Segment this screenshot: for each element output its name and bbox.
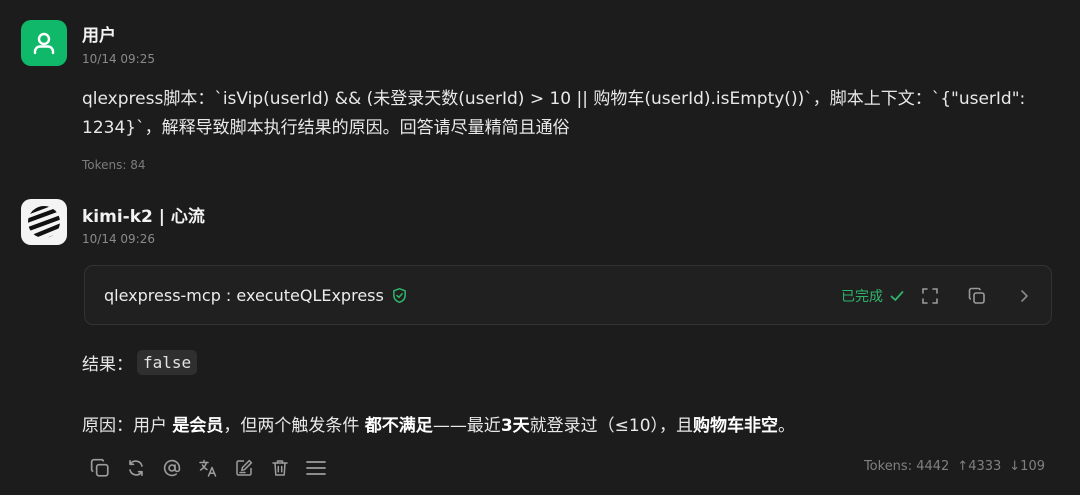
shield-check-icon <box>392 287 406 304</box>
copy-message-button[interactable] <box>88 456 112 480</box>
user-message-line-2: 1234}`，解释导致脚本执行结果的原因。回答请尽量精简且通俗 <box>82 118 570 138</box>
assistant-avatar <box>21 199 67 245</box>
menu-icon <box>306 461 326 475</box>
token-input: ↑4333 <box>957 459 1002 474</box>
person-icon <box>33 32 55 55</box>
user-message-text: qlexpress脚本：`isVip(userId) && (未登录天数(use… <box>82 85 1052 143</box>
reason-bold-2: 都不满足 <box>364 416 433 436</box>
user-avatar <box>21 20 67 66</box>
user-message-time: 10/14 09:25 <box>82 52 155 66</box>
fullscreen-button[interactable] <box>919 285 941 307</box>
chat-page: 用户 10/14 09:25 qlexpress脚本：`isVip(userId… <box>0 0 1080 495</box>
tool-call-title: qlexpress-mcp : executeQLExpress <box>104 286 408 305</box>
mention-button[interactable] <box>160 456 184 480</box>
tool-expand-button[interactable] <box>1013 285 1035 307</box>
tool-call-card[interactable]: qlexpress-mcp : executeQLExpress 已完成 <box>84 265 1052 325</box>
reason-suffix: 。 <box>778 416 796 436</box>
result-label: 结果： <box>82 355 133 375</box>
fullscreen-icon <box>922 288 938 304</box>
edit-button[interactable] <box>232 456 256 480</box>
refresh-icon <box>129 460 143 476</box>
reason-line: 原因：用户 是会员，但两个触发条件 都不满足——最近3天就登录过（≤10），且购… <box>82 411 795 436</box>
result-line: 结果： false <box>82 350 198 375</box>
more-menu-button[interactable] <box>304 456 328 480</box>
chevron-right-icon <box>1021 290 1028 302</box>
delete-button[interactable] <box>268 456 292 480</box>
copy-icon <box>968 287 985 304</box>
tool-call-name: qlexpress-mcp : executeQLExpress <box>104 286 384 305</box>
regenerate-button[interactable] <box>124 456 148 480</box>
token-total: Tokens: 4442 <box>863 459 950 474</box>
user-name: 用户 <box>82 26 116 46</box>
check-icon <box>890 291 904 301</box>
translate-button[interactable] <box>196 456 220 480</box>
kimi-logo-icon <box>28 206 60 238</box>
reason-mid-3: 就登录过（≤10），且 <box>529 416 694 436</box>
edit-icon <box>236 459 253 476</box>
at-icon <box>163 459 181 477</box>
tool-copy-button[interactable] <box>966 285 988 307</box>
trash-icon <box>272 460 288 476</box>
reason-bold-3: 3天 <box>500 416 530 436</box>
tool-status-label: 已完成 <box>841 289 883 305</box>
reason-bold-4: 购物车非空 <box>693 416 779 436</box>
assistant-message-time: 10/14 09:26 <box>82 232 155 246</box>
user-message-line-1: qlexpress脚本：`isVip(userId) && (未登录天数(use… <box>82 89 1026 109</box>
copy-icon <box>90 458 109 477</box>
assistant-token-stats: Tokens: 4442 ↑4333 ↓109 <box>864 459 1045 474</box>
tool-call-status: 已完成 <box>841 286 905 306</box>
reason-mid-1: ，但两个触发条件 <box>223 416 365 436</box>
reason-bold-1: 是会员 <box>172 416 224 436</box>
reason-mid-2: ——最近 <box>432 416 501 436</box>
translate-icon <box>199 459 217 477</box>
result-value: false <box>137 350 198 375</box>
reason-prefix: 原因：用户 <box>82 416 173 436</box>
token-output: ↓109 <box>1009 459 1045 474</box>
user-message-tokens: Tokens: 84 <box>82 158 146 172</box>
message-action-bar <box>88 456 328 480</box>
assistant-name: kimi-k2 | 心流 <box>82 207 205 227</box>
